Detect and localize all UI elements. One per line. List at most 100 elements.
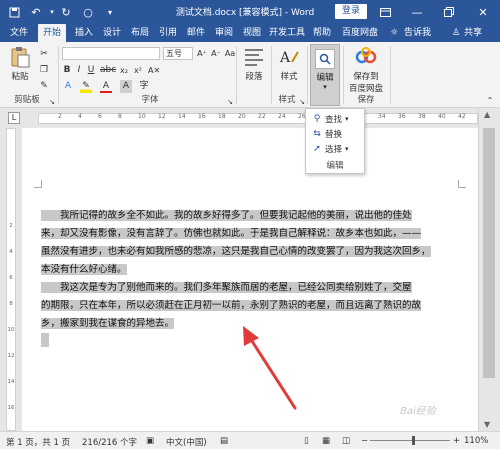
editing-search-icon [315, 49, 335, 69]
subscript-icon[interactable]: x₂ [118, 64, 130, 77]
title-bar: ↶ ▾ ↻ ○ ▾ 测试文档.docx [兼容模式] - Word 登录 — ✕ [0, 0, 500, 24]
clear-formatting-icon[interactable]: A✕ [148, 64, 160, 77]
font-size-value: 五号 [166, 49, 182, 58]
shrink-font-icon[interactable]: A⁻ [210, 47, 222, 60]
tab-mailings[interactable]: 邮件 [184, 24, 208, 42]
scroll-down-icon[interactable]: ▼ [484, 420, 490, 429]
tab-layout[interactable]: 布局 [128, 24, 152, 42]
minimize-icon[interactable]: — [406, 2, 428, 22]
ribbon-tabs: 文件 开始 插入 设计 布局 引用 邮件 审阅 视图 开发工具 帮助 百度网盘 … [0, 24, 500, 42]
scroll-up-icon[interactable]: ▲ [484, 110, 490, 119]
vruler-tick-label: 8 [9, 301, 13, 307]
share-icon[interactable]: ♙ [452, 24, 460, 42]
italic-icon[interactable]: I [74, 64, 84, 77]
touch-mode-icon[interactable]: ○ [80, 4, 96, 20]
paragraph-2[interactable]: 我这次是专为了别他而来的。我们多年聚族而居的老屋，已经公同卖给别姓了，交屋 的期限… [41, 279, 461, 333]
zoom-in-icon[interactable]: + [453, 436, 460, 446]
font-size-field[interactable]: 五号 [163, 47, 193, 60]
ruler-tick-label: 18 [218, 113, 226, 120]
tell-me-search[interactable]: 告诉我 [404, 24, 431, 42]
tab-references[interactable]: 引用 [156, 24, 180, 42]
font-color-icon[interactable]: A [100, 80, 112, 93]
superscript-icon[interactable]: x² [132, 64, 144, 77]
vertical-scrollbar[interactable]: ▲ ▼ [478, 108, 500, 431]
share-button[interactable]: 共享 [464, 24, 482, 42]
tab-review[interactable]: 审阅 [212, 24, 236, 42]
editing-button[interactable]: 编辑 ▾ [310, 44, 340, 106]
copy-icon[interactable]: ❐ [38, 64, 50, 77]
zoom-slider-thumb[interactable] [412, 436, 415, 445]
select-label: 选择 [325, 145, 343, 155]
login-button[interactable]: 登录 [335, 4, 367, 19]
select-menu-item[interactable]: ➚ 选择 ▾ [312, 142, 348, 156]
replace-menu-item[interactable]: ⇆ 替换 [312, 127, 342, 141]
ribbon-display-icon[interactable] [374, 2, 396, 22]
redo-icon[interactable]: ↻ [58, 4, 74, 20]
selected-text: 乡，搬家到我在谋食的异地去。 [41, 318, 175, 329]
tab-help[interactable]: 帮助 [310, 24, 334, 42]
select-cursor-icon: ➚ [313, 144, 321, 154]
find-menu-item[interactable]: ⚲ 查找 ▾ [312, 112, 349, 126]
undo-icon[interactable]: ↶ [28, 4, 44, 20]
margin-corner-mark [458, 180, 466, 188]
paragraph-button[interactable]: 段落 [240, 46, 268, 82]
page-count[interactable]: 第 1 页，共 1 页 [6, 436, 70, 448]
tab-developer[interactable]: 开发工具 [268, 24, 306, 42]
tab-view[interactable]: 视图 [240, 24, 264, 42]
editing-dropdown: ⚲ 查找 ▾ ⇆ 替换 ➚ 选择 ▾ 编辑 [305, 108, 365, 174]
watermark: Bai经验 [400, 406, 436, 417]
highlight-icon[interactable]: ✎ [80, 80, 92, 93]
zoom-level[interactable]: 110% [464, 436, 488, 446]
save-to-baidu-button[interactable]: 保存到 百度网盘 [346, 46, 386, 94]
format-painter-icon[interactable]: ✎ [38, 80, 50, 93]
paragraph-1[interactable]: 我所记得的故乡全不如此。我的故乡好得多了。但要我记起他的美丽，说出他的佳处 来，却… [41, 207, 461, 279]
save-icon[interactable] [6, 4, 22, 20]
bold-icon[interactable]: B [62, 64, 72, 77]
ruler-tick-label: 38 [418, 113, 426, 120]
language[interactable]: 中文(中国) [166, 436, 207, 448]
macro-icon[interactable]: ▤ [220, 436, 228, 446]
tab-home[interactable]: 开始 [38, 24, 66, 42]
tab-file[interactable]: 文件 [6, 24, 32, 42]
tab-design[interactable]: 设计 [100, 24, 124, 42]
replace-label: 替换 [325, 130, 343, 140]
cut-icon[interactable]: ✂ [38, 48, 50, 61]
ruler-tick-label: 24 [278, 113, 286, 120]
tab-baidu-netdisk[interactable]: 百度网盘 [340, 24, 380, 42]
read-mode-icon[interactable]: ▯ [304, 436, 309, 446]
grow-font-icon[interactable]: A⁺ [196, 47, 208, 60]
selected-text: 来，却又没有影像，没有言辞了。仿佛也就如此。于是我自己解释说：故乡本也如此，—— [41, 228, 422, 239]
document-page[interactable]: 我所记得的故乡全不如此。我的故乡好得多了。但要我记起他的美丽，说出他的佳处 来，却… [22, 128, 478, 431]
strikethrough-icon[interactable]: abc [100, 64, 116, 77]
zoom-slider[interactable] [370, 440, 450, 441]
tab-selector[interactable]: L [8, 112, 20, 124]
font-name-field[interactable] [62, 47, 160, 60]
paste-button[interactable]: 粘贴 [6, 46, 34, 82]
zoom-out-icon[interactable]: − [361, 436, 368, 446]
close-icon[interactable]: ✕ [472, 2, 494, 22]
word-count[interactable]: 216/216 个字 [82, 436, 137, 448]
editing-dropdown-icon: ▾ [323, 83, 327, 91]
print-layout-icon[interactable]: ▦ [322, 436, 330, 446]
change-case-icon[interactable]: Aa [224, 47, 236, 60]
horizontal-ruler: L 24681012141618202224262830323436384042 [0, 108, 500, 128]
styles-label: 样式 [280, 72, 298, 82]
separator [390, 46, 391, 104]
enclose-characters-icon[interactable]: 字 [138, 80, 150, 93]
underline-icon[interactable]: U [86, 64, 96, 77]
proofing-icon[interactable]: ▣ [146, 436, 154, 446]
replace-icon: ⇆ [313, 129, 321, 139]
selected-text: 我这次是专为了别他而来的。我们多年聚族而居的老屋，已经公同卖给别姓了，交屋 [41, 282, 412, 293]
scroll-thumb[interactable] [483, 128, 495, 378]
restore-icon[interactable] [438, 2, 460, 22]
tab-insert[interactable]: 插入 [72, 24, 96, 42]
text-effects-icon[interactable]: A [62, 80, 74, 93]
styles-button[interactable]: A 样式 [275, 46, 303, 82]
customize-toolbar-icon[interactable]: ▾ [102, 4, 118, 20]
clipboard-group-label: 剪贴板 [14, 95, 40, 105]
window-title: 测试文档.docx [兼容模式] - Word [175, 8, 315, 18]
lightbulb-icon[interactable]: ☼ [390, 24, 398, 42]
collapse-ribbon-icon[interactable]: ⌃ [484, 94, 496, 107]
character-shading-icon[interactable]: A [120, 80, 132, 93]
web-layout-icon[interactable]: ◫ [342, 436, 350, 446]
